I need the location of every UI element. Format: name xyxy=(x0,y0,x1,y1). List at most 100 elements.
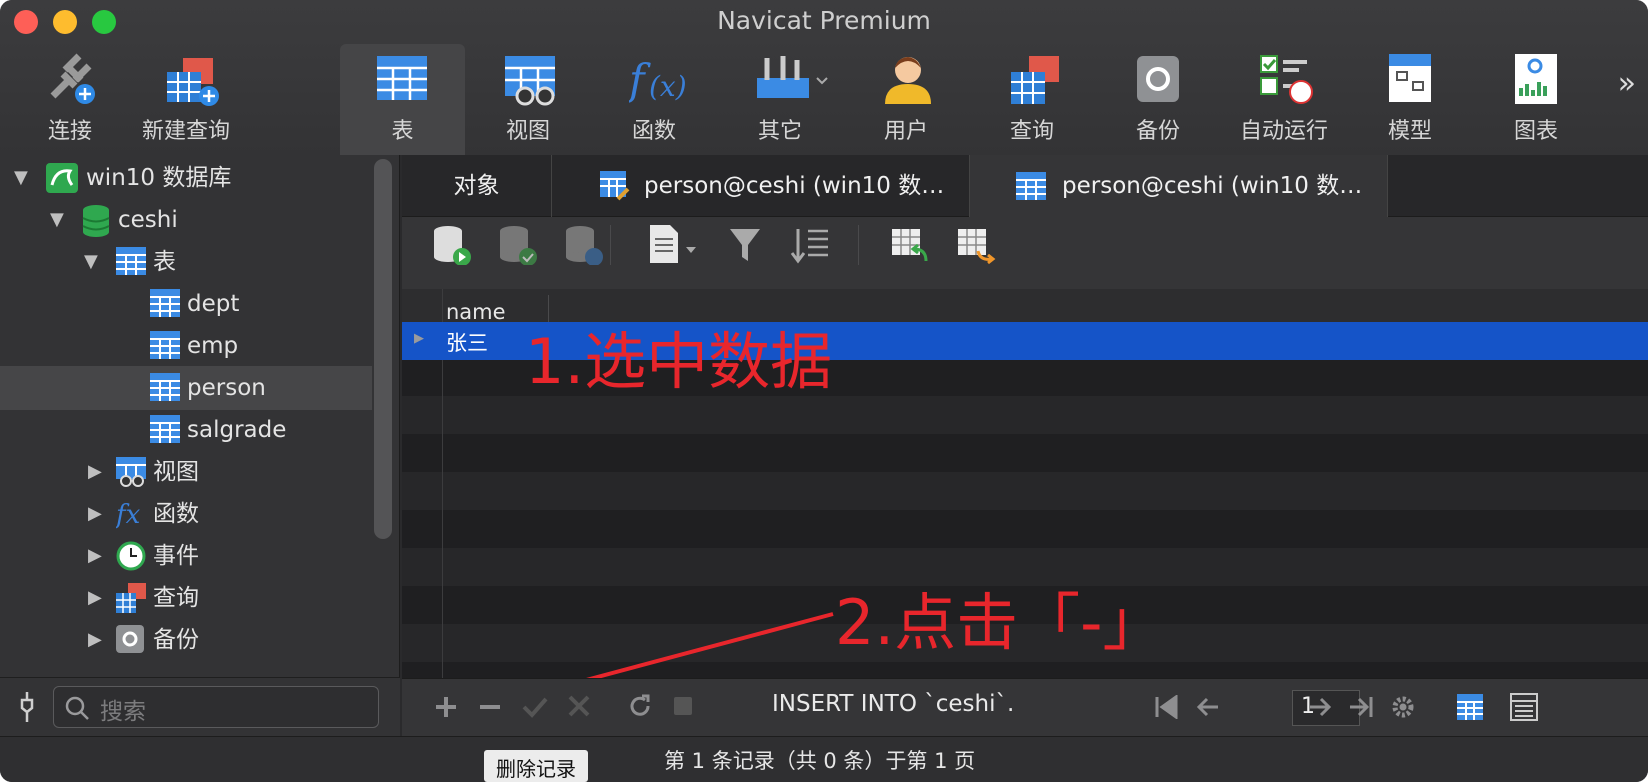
apply-changes-icon[interactable] xyxy=(522,695,548,719)
tree-group-views[interactable]: ▶ 视图 xyxy=(0,450,372,494)
tree-group-label: 查询 xyxy=(153,585,199,611)
text-document-icon[interactable] xyxy=(648,225,698,265)
expand-arrow-icon[interactable]: ▼ xyxy=(50,198,64,242)
grid-view-icon[interactable] xyxy=(1456,693,1484,721)
expand-arrow-icon[interactable]: ▼ xyxy=(14,156,28,200)
settings-gear-icon[interactable] xyxy=(1390,694,1416,720)
tree-group-queries[interactable]: ▶ 查询 xyxy=(0,576,372,620)
sidebar-scrollbar[interactable] xyxy=(374,159,392,539)
tree-table-item-selected[interactable]: person xyxy=(0,366,372,410)
toolbar-chart-button[interactable]: 图表 xyxy=(1476,44,1596,155)
form-view-icon[interactable] xyxy=(1510,693,1538,721)
toolbar-new-query-button[interactable]: 新建查询 xyxy=(126,44,246,155)
tree-tables-group[interactable]: ▼ 表 xyxy=(0,240,372,284)
toolbar-automation-label: 自动运行 xyxy=(1239,119,1328,144)
table-icon xyxy=(150,415,180,443)
first-page-icon[interactable] xyxy=(1154,695,1180,719)
tree-group-events[interactable]: ▶ 事件 xyxy=(0,534,372,578)
plug-icon xyxy=(50,53,95,104)
toolbar-backup-label: 备份 xyxy=(1135,119,1180,144)
search-box[interactable]: 搜索 xyxy=(53,686,379,728)
tree-group-functions[interactable]: ▶ fx 函数 xyxy=(0,492,372,536)
connection-filter-icon[interactable] xyxy=(16,692,38,722)
toolbar-more-icon[interactable]: » xyxy=(1618,66,1636,101)
model-icon xyxy=(1389,54,1431,102)
previous-page-icon[interactable] xyxy=(1196,695,1220,719)
tree-table-item[interactable]: emp xyxy=(0,324,372,368)
table-icon xyxy=(150,289,180,317)
navicat-window: Navicat Premium 连接 新建查询 表 视图 f (x) 函数 其它 … xyxy=(0,0,1648,782)
mysql-connection-icon xyxy=(46,163,78,193)
add-record-icon[interactable] xyxy=(434,695,458,719)
begin-transaction-icon[interactable] xyxy=(432,225,472,265)
collapse-arrow-icon[interactable]: ▶ xyxy=(88,576,102,620)
tab-objects[interactable]: 对象 xyxy=(402,155,552,217)
rollback-icon[interactable] xyxy=(564,225,604,265)
window-title: Navicat Premium xyxy=(717,6,931,35)
tree-group-label: 备份 xyxy=(153,627,199,653)
annotation-step2: 2.点击「-」 xyxy=(835,586,1165,659)
search-icon xyxy=(65,696,89,720)
toolbar-connect-button[interactable]: 连接 xyxy=(10,44,130,155)
toolbar-divider xyxy=(610,225,611,265)
delete-record-icon[interactable] xyxy=(478,695,502,719)
discard-changes-icon[interactable] xyxy=(568,695,590,717)
view-icon xyxy=(116,457,146,487)
tree-group-label: 事件 xyxy=(153,543,199,569)
grid-row-empty xyxy=(402,396,1648,434)
toolbar-model-label: 模型 xyxy=(1387,119,1432,144)
tree-table-item[interactable]: dept xyxy=(0,282,372,326)
clock-icon xyxy=(116,541,146,571)
table-design-icon xyxy=(600,171,630,201)
toolbar-table-label: 表 xyxy=(391,119,414,144)
svg-text:fx: fx xyxy=(116,500,141,529)
tab-person-data[interactable]: person@ceshi (win10 数… xyxy=(970,155,1388,217)
expand-arrow-icon[interactable]: ▼ xyxy=(84,240,98,284)
toolbar-other-label: 其它 xyxy=(757,119,802,144)
toolbar-query-button[interactable]: 查询 xyxy=(972,44,1092,155)
collapse-arrow-icon[interactable]: ▶ xyxy=(88,492,102,536)
sidebar-bottom-bar: 搜索 xyxy=(0,677,400,736)
query-icon xyxy=(1011,56,1059,104)
collapse-arrow-icon[interactable]: ▶ xyxy=(88,618,102,662)
toolbar-automation-button[interactable]: 自动运行 xyxy=(1224,44,1344,155)
commit-icon[interactable] xyxy=(498,225,538,265)
tree-connection[interactable]: ▼ win10 数据库 xyxy=(0,156,372,200)
import-icon[interactable] xyxy=(890,225,930,265)
tree-table-item[interactable]: salgrade xyxy=(0,408,372,452)
toolbar-backup-button[interactable]: 备份 xyxy=(1098,44,1218,155)
toolbar-table-button[interactable]: 表 xyxy=(340,44,465,155)
toolbar-view-button[interactable]: 视图 xyxy=(468,44,588,155)
export-icon[interactable] xyxy=(956,225,996,265)
tree-tables-group-label: 表 xyxy=(153,249,176,275)
collapse-arrow-icon[interactable]: ▶ xyxy=(88,534,102,578)
toolbar-model-button[interactable]: 模型 xyxy=(1350,44,1470,155)
table-icon xyxy=(150,373,180,401)
title-toolbar: Navicat Premium 连接 新建查询 表 视图 f (x) 函数 其它 … xyxy=(0,0,1648,155)
function-icon: f (x) xyxy=(629,55,687,104)
tab-bar: 对象 person@ceshi (win10 数… person@ceshi (… xyxy=(402,155,1648,217)
tree-group-backups[interactable]: ▶ 备份 xyxy=(0,618,372,662)
sort-icon[interactable] xyxy=(790,225,830,265)
collapse-arrow-icon[interactable]: ▶ xyxy=(88,450,102,494)
refresh-icon[interactable] xyxy=(628,694,652,718)
toolbar-function-button[interactable]: f (x) 函数 xyxy=(594,44,714,155)
toolbar-chart-label: 图表 xyxy=(1513,119,1558,144)
search-input-placeholder[interactable]: 搜索 xyxy=(100,692,146,726)
filter-icon[interactable] xyxy=(728,225,762,265)
data-toolbar xyxy=(402,217,1648,289)
toolbar-user-button[interactable]: 用户 xyxy=(846,44,966,155)
stop-icon[interactable] xyxy=(672,695,694,717)
query-icon xyxy=(116,583,146,613)
cell-name[interactable]: 张三 xyxy=(446,327,488,357)
tab-person-design[interactable]: person@ceshi (win10 数… xyxy=(552,155,970,217)
next-page-icon[interactable] xyxy=(1308,695,1332,719)
svg-text:f: f xyxy=(629,55,651,104)
toolbar-user-label: 用户 xyxy=(883,119,928,144)
tree-table-label: salgrade xyxy=(187,417,287,443)
tools-icon xyxy=(757,56,828,98)
last-page-icon[interactable] xyxy=(1348,695,1374,719)
tree-table-label: dept xyxy=(187,291,240,317)
tree-database[interactable]: ▼ ceshi xyxy=(0,198,372,242)
toolbar-other-button[interactable]: 其它 xyxy=(720,44,840,155)
